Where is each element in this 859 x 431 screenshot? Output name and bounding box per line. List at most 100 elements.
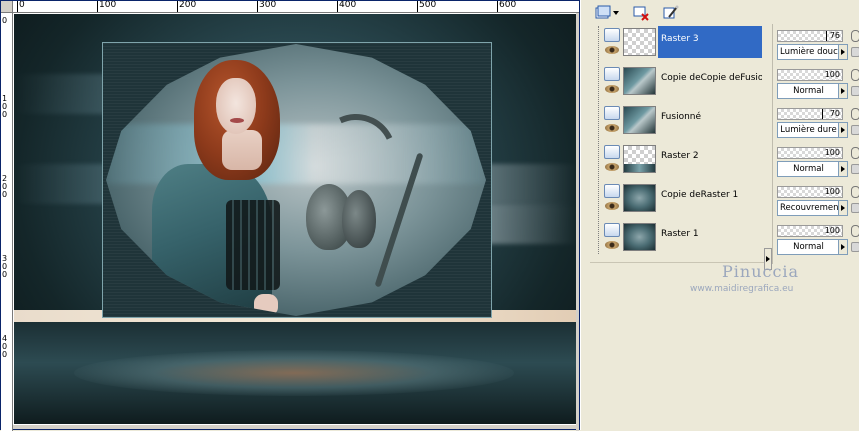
raster-layer-icon [604,106,620,120]
lock-icon[interactable] [851,164,859,174]
blend-mode-arrow-icon[interactable] [839,44,848,60]
ruler-label: 400 [2,334,8,359]
lock-icon[interactable] [851,47,859,57]
visibility-eye-icon[interactable] [605,46,619,54]
layer-properties-column: 76 Lumière douce 100 Normal 70 Lumière d… [772,24,859,264]
visibility-eye-icon[interactable] [605,202,619,210]
layer-thumbnail [623,184,656,212]
blend-mode-select[interactable]: Normal [777,239,839,255]
ruler-label: 200 [2,174,8,199]
layer-list: Raster 3 Copie deCopie deFusionné Fusion… [598,24,764,262]
new-layer-button[interactable] [592,2,622,22]
image-canvas[interactable] [14,14,578,424]
opacity-slider[interactable]: 76 [777,30,843,42]
blend-mode-select[interactable]: Normal [777,161,839,177]
lock-icon[interactable] [851,242,859,252]
blend-mode-arrow-icon[interactable] [839,200,848,216]
link-icon[interactable] [851,30,859,42]
new-raster-layer-icon [595,5,611,19]
ruler-label: 300 [2,254,8,279]
panel-divider[interactable] [580,0,590,430]
layer-properties-copie-deraster-1: 100 Recouvrement [777,182,859,220]
ruler-label: 400 [339,1,357,10]
blend-mode-arrow-icon[interactable] [839,122,848,138]
layer-name: Raster 3 [658,26,762,58]
delete-layer-icon [633,6,649,21]
horizontal-ruler: 0 100 200 300 400 500 600 [13,1,579,13]
blend-mode-select[interactable]: Lumière douce [777,44,839,60]
ruler-label: 500 [419,1,437,10]
ruler-tick [17,1,18,12]
vertical-ruler: 0 100 200 300 400 [1,13,13,431]
link-icon[interactable] [851,147,859,159]
tulip-bud [342,190,376,248]
woman-lips [230,118,244,123]
layers-toolbar [590,0,859,24]
edit-layer-button[interactable] [660,2,682,22]
blend-mode-arrow-icon[interactable] [839,83,848,99]
opacity-value: 100 [824,70,840,79]
woman-neck [222,130,262,170]
opacity-value: 70 [829,109,840,118]
raster-layer-icon [604,184,620,198]
ruler-tick [177,1,178,12]
layer-thumbnail [623,145,656,173]
ruler-tick [497,1,498,12]
opacity-value: 100 [824,187,840,196]
layer-row-raster-1[interactable]: Raster 1 [598,219,764,257]
opacity-slider[interactable]: 100 [777,69,843,81]
raster-layer-icon [604,223,620,237]
watermark-name: Pinuccia [722,262,800,281]
layer-row-raster-2[interactable]: Raster 2 [598,141,764,179]
blend-mode-select[interactable]: Recouvrement [777,200,839,216]
layer-properties-raster-3: 76 Lumière douce [777,26,859,64]
ruler-tick [417,1,418,12]
blend-mode-select[interactable]: Lumière dure [777,122,839,138]
opacity-slider[interactable]: 100 [777,147,843,159]
horizontal-scrollbar[interactable] [13,425,579,429]
layer-row-fusionne[interactable]: Fusionné [598,102,764,140]
lock-icon[interactable] [851,86,859,96]
layer-name: Copie deRaster 1 [661,190,739,200]
raster-layer-icon [604,145,620,159]
vertical-scrollbar[interactable] [576,13,579,431]
layer-row-raster-3[interactable]: Raster 3 [598,24,764,62]
link-icon[interactable] [851,186,859,198]
blend-mode-arrow-icon[interactable] [839,239,848,255]
link-icon[interactable] [851,225,859,237]
ruler-label: 100 [99,1,117,10]
layer-name: Fusionné [661,112,702,122]
layer-name: Copie deCopie deFusionné [661,73,762,83]
blend-mode-select[interactable]: Normal [777,83,839,99]
opacity-slider[interactable]: 100 [777,225,843,237]
opacity-slider[interactable]: 70 [777,108,843,120]
visibility-eye-icon[interactable] [605,163,619,171]
raster-layer-icon [604,67,620,81]
layer-row-copie-decopie-defusionne[interactable]: Copie deCopie deFusionné [598,63,764,101]
opacity-slider-thumb[interactable] [822,109,828,119]
ruler-label: 600 [499,1,517,10]
ruler-corner [1,1,13,13]
visibility-eye-icon[interactable] [605,241,619,249]
layer-row-copie-deraster-1[interactable]: Copie deRaster 1 [598,180,764,218]
layers-palette: Raster 3 Copie deCopie deFusionné Fusion… [590,0,859,430]
link-icon[interactable] [851,69,859,81]
reflection [74,350,514,396]
blend-mode-arrow-icon[interactable] [839,161,848,177]
opacity-slider[interactable]: 100 [777,186,843,198]
lock-icon[interactable] [851,125,859,135]
opacity-value: 76 [829,31,840,40]
lock-icon[interactable] [851,203,859,213]
layer-name: Raster 1 [661,229,699,239]
edit-brush-icon [663,5,679,19]
ruler-label: 0 [2,16,8,25]
ruler-label: 0 [19,1,25,10]
document-window: 0 100 200 300 400 500 600 0 100 200 300 … [0,0,580,431]
visibility-eye-icon[interactable] [605,85,619,93]
visibility-eye-icon[interactable] [605,124,619,132]
delete-layer-button[interactable] [630,2,652,22]
opacity-value: 100 [824,148,840,157]
layer-properties-copie-decopie-defusionne: 100 Normal [777,65,859,103]
layer-thumbnail [623,28,656,56]
link-icon[interactable] [851,108,859,120]
